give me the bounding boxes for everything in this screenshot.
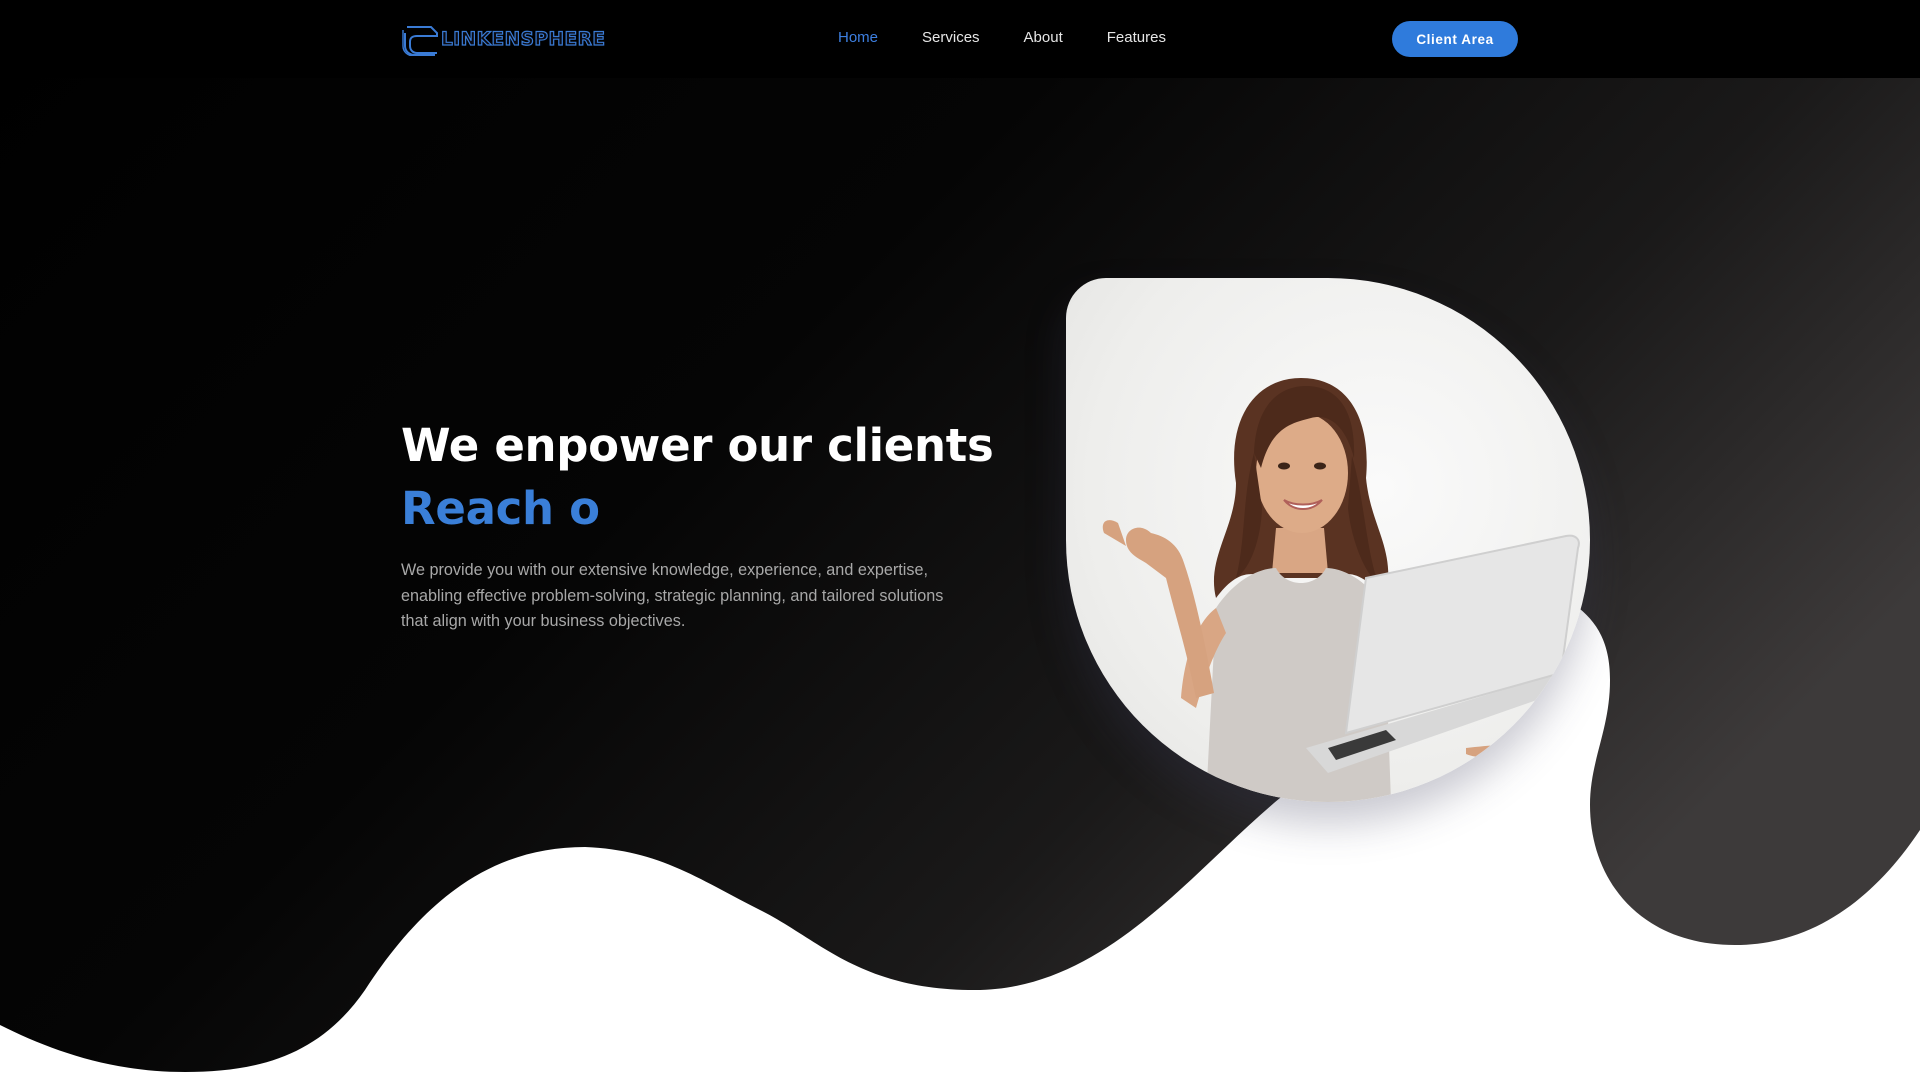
hero-description: We provide you with our extensive knowle… [401, 561, 944, 630]
nav-link-services[interactable]: Services [922, 28, 980, 48]
hero-image [1066, 278, 1590, 802]
hero-background-shape [0, 0, 1920, 1072]
logo-text: LINKENSPHERE [440, 28, 606, 50]
linkensphere-logo-icon [402, 26, 438, 56]
main-nav: Home Services About Features [838, 28, 1166, 48]
nav-link-home[interactable]: Home [838, 28, 878, 48]
brand-logo[interactable]: LINKENSPHERE [401, 24, 606, 56]
nav-link-features[interactable]: Features [1107, 28, 1166, 48]
client-area-button[interactable]: Client Area [1392, 21, 1518, 57]
hero-typed-text: Reach o [401, 482, 600, 535]
hero-title: We enpower our clients [401, 419, 994, 472]
landing-page: LINKENSPHERE Home Services About Feature… [0, 0, 1920, 1080]
woman-with-laptop-photo [1102, 378, 1580, 802]
nav-link-about[interactable]: About [1024, 28, 1063, 48]
top-navbar: LINKENSPHERE Home Services About Feature… [0, 0, 1920, 78]
